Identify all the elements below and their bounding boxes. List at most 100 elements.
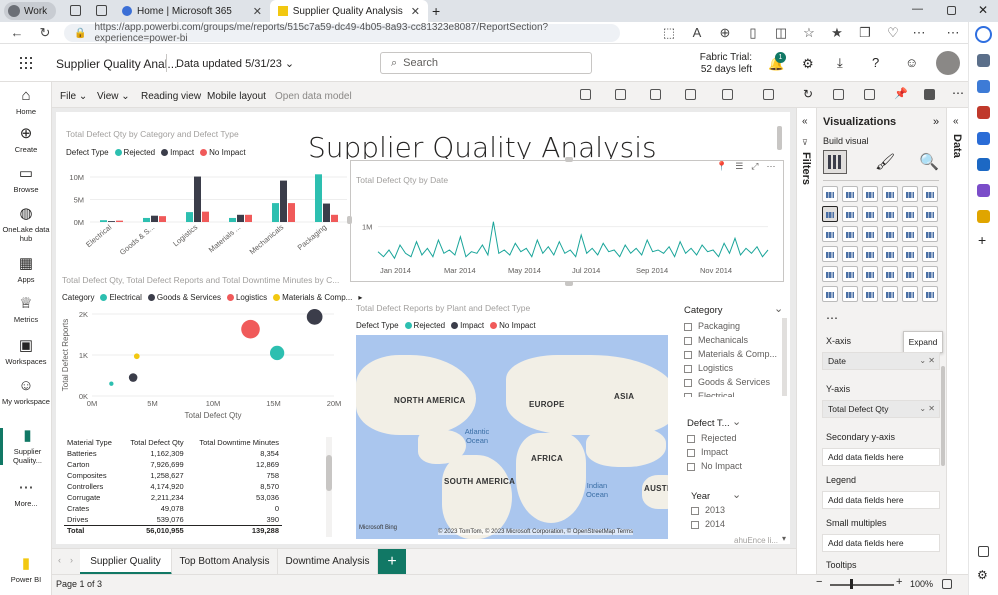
slicer-item[interactable]: 2013 [691,503,771,517]
remove-field-icon[interactable]: ⌄ ✕ [919,353,935,369]
resize-handle-top[interactable] [565,157,573,162]
legend-item[interactable]: Impact [161,148,194,157]
tab-actions-icon[interactable] [96,5,107,16]
canvas-scrollbar[interactable] [777,126,782,150]
visual-type-icon[interactable] [862,286,878,302]
nav-more[interactable]: ⋯ More... [0,480,52,509]
visual-type-icon[interactable] [902,206,918,222]
copilot-icon[interactable] [975,26,992,43]
refresh-icon[interactable]: ↻ [38,26,52,40]
mobile-layout-button[interactable]: Mobile layout [207,91,266,102]
remove-field-icon[interactable]: ⌄ ✕ [919,401,935,417]
slicer-item[interactable]: No Impact [687,459,777,473]
checkbox-icon[interactable] [691,506,699,515]
collapse-viz-icon[interactable]: » [933,116,939,128]
visual-type-icon[interactable] [902,286,918,302]
table-row[interactable]: Corrugate 2,211,234 53,036 [64,492,282,503]
scatter-point[interactable] [306,309,323,325]
bar[interactable] [245,214,252,222]
visual-type-icon[interactable] [822,206,838,222]
visual-type-icon[interactable] [842,206,858,222]
checkbox-icon[interactable] [687,448,695,457]
app-available-icon[interactable]: ⬚ [662,26,676,40]
zoom-slider-thumb[interactable] [850,579,853,589]
table-row[interactable]: Drives 539,076 390 [64,514,282,525]
legend-item[interactable]: No Impact [200,148,246,157]
bar[interactable] [331,214,338,222]
open-data-model-button[interactable]: Open data model [275,91,352,102]
column-header[interactable]: Total Downtime Minutes [187,437,282,448]
visual-type-icon[interactable] [922,226,938,242]
map-visual[interactable]: NORTH AMERICA EUROPE ASIA AFRICA SOUTH A… [356,335,668,539]
bar[interactable] [143,217,150,222]
visual-type-icon[interactable] [902,226,918,242]
nav-folder[interactable]: ▭ Browse [0,166,52,195]
close-window-icon[interactable]: ✕ [978,3,988,17]
tab-supplier-quality[interactable]: Supplier Quality Analysis - Power ✕ [270,0,428,22]
visual-type-icon[interactable] [882,266,898,282]
back-icon[interactable]: ← [10,26,24,40]
zoom-icon[interactable]: ⊕ [718,26,732,40]
file-menu[interactable]: File ⌄ [60,91,87,102]
bar-chart[interactable]: 0M 5M 10M Electrical Goods & S... Logistics Ma… [62,160,350,256]
expand-data-icon[interactable]: « [953,116,959,127]
shopping-icon[interactable] [977,80,990,93]
bar[interactable] [151,215,158,222]
account-avatar[interactable] [936,51,960,75]
minimize-icon[interactable]: — [912,3,923,15]
zoom-in-icon[interactable]: + [896,576,902,588]
visual-type-icon[interactable] [842,186,858,202]
bookmark-icon[interactable] [615,89,626,100]
download-icon[interactable]: ⤓ [837,55,843,71]
visual-type-icon[interactable] [922,266,938,282]
scatter-chart[interactable]: 0K1K2K0M 5M 10M 15M 20MTotal Defect QtyTotal… [58,306,348,422]
save-icon[interactable] [864,89,875,100]
add-field-drop-zone[interactable]: Add data fields here [822,448,940,466]
table-row[interactable]: Controllers 4,174,920 8,570 [64,481,282,492]
nav-powerbi[interactable]: ▮ Power BI [0,556,52,585]
report-name[interactable]: Supplier Quality Anal... [56,57,177,71]
add-field-drop-zone[interactable]: Add data fields here [822,534,940,552]
series-line[interactable] [377,221,769,260]
scatter-point[interactable] [109,381,114,386]
checkbox-icon[interactable] [684,336,692,345]
table-row[interactable]: Batteries 1,162,309 8,354 [64,448,282,459]
more-browser-icon[interactable]: ⋯ [946,26,960,40]
slicer-item[interactable]: Electrical [684,389,784,397]
visual-type-icon[interactable] [882,226,898,242]
checkbox-icon[interactable] [684,364,692,373]
visual-type-icon[interactable] [842,246,858,262]
outlook-icon[interactable] [977,158,990,171]
legend-item[interactable]: Goods & Services [147,293,221,302]
filter-icon[interactable]: ☰ [735,161,743,172]
fit-page-icon[interactable] [942,579,952,589]
profile-button[interactable]: Work [4,2,56,20]
present-icon[interactable] [722,89,733,100]
search-input[interactable]: ⌕ Search [380,52,592,74]
visual-type-icon[interactable] [902,186,918,202]
visual-type-icon[interactable] [882,246,898,262]
visual-type-icon[interactable] [862,186,878,202]
visual-type-icon[interactable] [862,266,878,282]
checkbox-icon[interactable] [691,520,699,529]
view-menu[interactable]: View ⌄ [97,91,130,102]
heart-icon[interactable]: ♡ [886,26,900,40]
slicer-item[interactable]: Goods & Services [684,375,784,389]
help-icon[interactable]: ? [872,55,879,70]
data-pane[interactable]: « Data [946,108,968,574]
zoom-out-icon[interactable]: − [816,576,822,588]
feedback-icon[interactable]: ☺ [905,55,918,70]
collapse-filters-icon[interactable]: « [802,116,808,127]
url-field[interactable]: 🔒 https://app.powerbi.com/groups/me/repor… [64,22,620,44]
teams-icon[interactable] [924,89,935,100]
nav-plus-circle[interactable]: ⊕ Create [0,126,52,155]
nav-apps[interactable]: ▦ Apps [0,256,52,285]
viz-scrollbar[interactable] [941,366,945,466]
settings-sidebar-icon[interactable]: ⚙ [977,568,988,582]
year-dropdown-icon[interactable]: ⌄ [732,488,741,501]
legend-item[interactable]: Materials & Comp... [273,293,352,302]
visual-type-icon[interactable] [902,266,918,282]
favorites-icon[interactable]: ★ [830,26,844,40]
legend-item[interactable]: Electrical [100,293,142,302]
analytics-tab-icon[interactable]: 🔍 [919,152,939,172]
